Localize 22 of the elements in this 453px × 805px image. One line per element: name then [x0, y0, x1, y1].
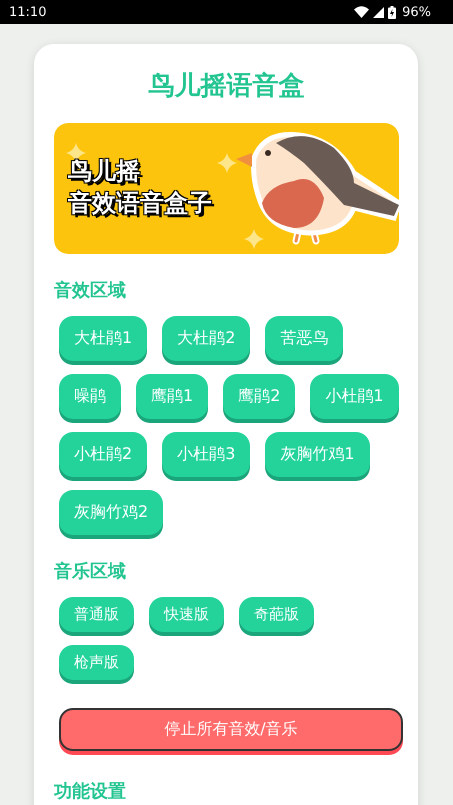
- sound-button[interactable]: 小杜鹃3: [162, 432, 250, 477]
- battery-level: 96%: [402, 4, 431, 20]
- sound-button[interactable]: 苦恶鸟: [265, 316, 344, 361]
- banner-title: 鸟儿摇 音效语音盒子: [68, 156, 212, 219]
- section-heading: 音效区域: [54, 279, 127, 302]
- sound-button[interactable]: 小杜鹃1: [310, 374, 399, 419]
- clock: 11:10: [9, 4, 46, 20]
- sound-button[interactable]: 大杜鹃1: [59, 316, 148, 361]
- sound-button[interactable]: 奇葩版: [239, 597, 314, 632]
- sound-button[interactable]: 噪鹃: [59, 374, 121, 419]
- sound-button[interactable]: 快速版: [149, 597, 224, 632]
- sound-button[interactable]: 灰胸竹鸡2: [59, 490, 164, 535]
- section-heading: 功能设置: [54, 780, 127, 803]
- sound-button[interactable]: 鹰鹃2: [223, 374, 296, 419]
- sound-button[interactable]: 灰胸竹鸡1: [265, 432, 370, 477]
- sound-button[interactable]: 大杜鹃2: [162, 316, 250, 361]
- section-heading: 音乐区域: [54, 560, 127, 583]
- sound-button[interactable]: 普通版: [59, 597, 134, 632]
- sound-button[interactable]: 枪声版: [59, 645, 134, 680]
- sound-button[interactable]: 小杜鹃2: [59, 432, 148, 477]
- sound-button[interactable]: 鹰鹃1: [136, 374, 208, 419]
- app-title: 鸟儿摇语音盒: [148, 70, 306, 103]
